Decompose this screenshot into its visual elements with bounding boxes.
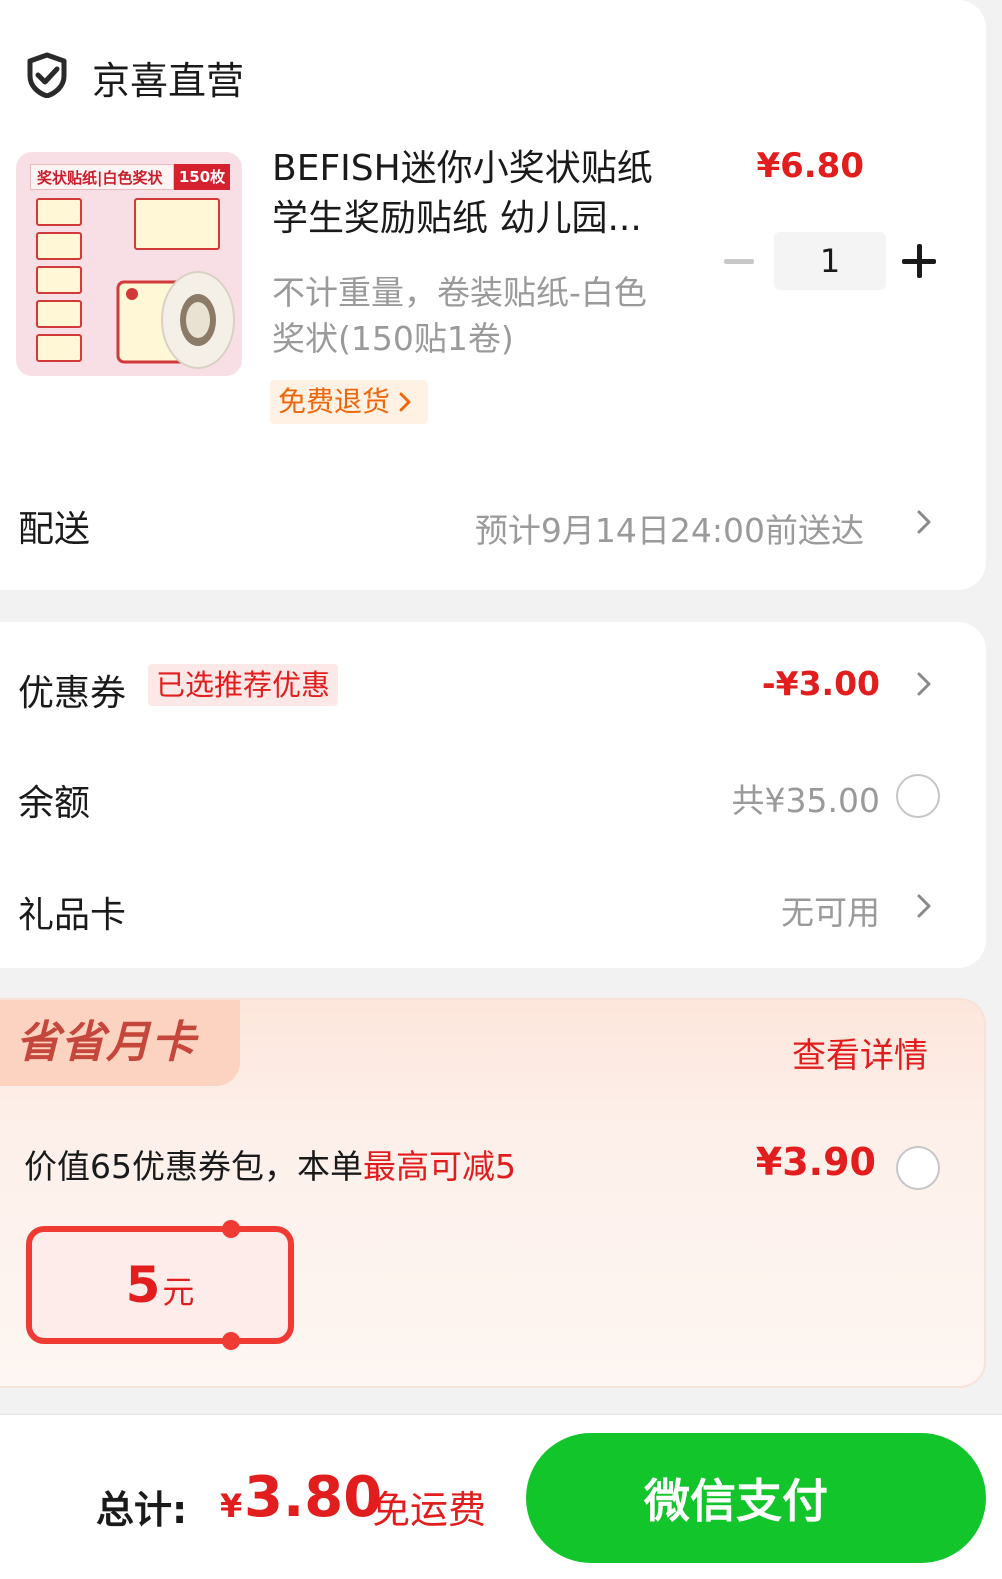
quantity-input[interactable]: 1	[774, 232, 886, 290]
monthly-card-price: ¥3.90	[755, 1140, 876, 1184]
total-label: 总计:	[96, 1488, 188, 1532]
monthly-card-logo: 省省月卡	[0, 1000, 240, 1086]
wechat-pay-button[interactable]: 微信支付	[526, 1433, 986, 1563]
shipping-label: 免运费	[372, 1488, 487, 1532]
sticker-sample	[36, 300, 82, 328]
giftcard-value[interactable]: 无可用	[781, 886, 880, 934]
sticker-sample-large	[134, 198, 220, 250]
monthly-card-detail-link[interactable]: 查看详情	[792, 1028, 928, 1077]
store-name[interactable]: 京喜直营	[92, 50, 244, 105]
coupon-value[interactable]: -¥3.00	[762, 664, 880, 703]
monthly-card-desc-text: 价值65优惠券包，本单	[24, 1147, 363, 1186]
balance-label: 余额	[18, 783, 91, 824]
voucher-ticket: 5 元	[26, 1220, 294, 1350]
balance-radio[interactable]	[896, 774, 940, 818]
product-thumbnail[interactable]: 奖状贴纸|白色奖状 150枚	[16, 152, 242, 376]
thumbnail-banner-text: 奖状贴纸|白色奖状	[30, 164, 174, 190]
chevron-right-icon[interactable]	[914, 508, 934, 536]
delivery-value[interactable]: 预计9月14日24:00前送达	[475, 504, 864, 552]
sticker-roll-image	[116, 271, 235, 369]
sticker-sample	[36, 232, 82, 260]
balance-value: 共¥35.00	[731, 781, 880, 820]
quantity-increase-button[interactable]	[902, 244, 936, 278]
thumbnail-banner-count: 150枚	[174, 164, 230, 190]
product-title[interactable]: BEFISH迷你小奖状贴纸学生奖励贴纸 幼儿园...	[272, 144, 682, 244]
free-return-label: 免费退货	[278, 385, 391, 418]
monthly-card-desc-highlight: 最高可减5	[363, 1147, 516, 1186]
quantity-decrease-button[interactable]	[724, 259, 754, 264]
sticker-sample	[36, 198, 82, 226]
voucher-notch	[222, 1332, 240, 1350]
checkout-bar: 总计: ¥ 3.80 免运费 微信支付	[0, 1414, 1002, 1579]
free-return-tag[interactable]: 免费退货	[270, 380, 429, 424]
chevron-right-icon[interactable]	[914, 670, 934, 698]
coupon-label: 优惠券	[18, 673, 127, 714]
total-amount: 3.80	[244, 1465, 383, 1530]
chevron-right-icon[interactable]	[914, 892, 934, 920]
thumbnail-banner: 奖状贴纸|白色奖状 150枚	[30, 164, 230, 190]
sticker-sample	[36, 266, 82, 294]
monthly-card-radio[interactable]	[896, 1146, 940, 1190]
coupon-recommended-tag: 已选推荐优惠	[148, 664, 339, 706]
delivery-label: 配送	[18, 509, 91, 550]
voucher-notch	[222, 1220, 240, 1238]
giftcard-label: 礼品卡	[18, 895, 127, 936]
chevron-right-icon	[399, 392, 411, 412]
total-currency: ¥	[220, 1487, 243, 1525]
product-spec[interactable]: 不计重量，卷装贴纸-白色奖状(150贴1卷)	[272, 270, 662, 362]
voucher-amount: 5	[125, 1256, 161, 1314]
monthly-card-description: 价值65优惠券包，本单最高可减5	[24, 1140, 516, 1188]
product-price: ¥6.80	[756, 146, 864, 186]
monthly-card-promo: 省省月卡 查看详情 价值65优惠券包，本单最高可减5 ¥3.90 5 元	[0, 998, 986, 1388]
voucher-unit: 元	[162, 1273, 195, 1311]
shield-check-icon	[27, 52, 67, 98]
store-card: 京喜直营 奖状贴纸|白色奖状 150枚 BEFISH迷你小奖状贴纸学生奖励贴纸 …	[0, 0, 986, 590]
sticker-sample	[36, 334, 82, 362]
